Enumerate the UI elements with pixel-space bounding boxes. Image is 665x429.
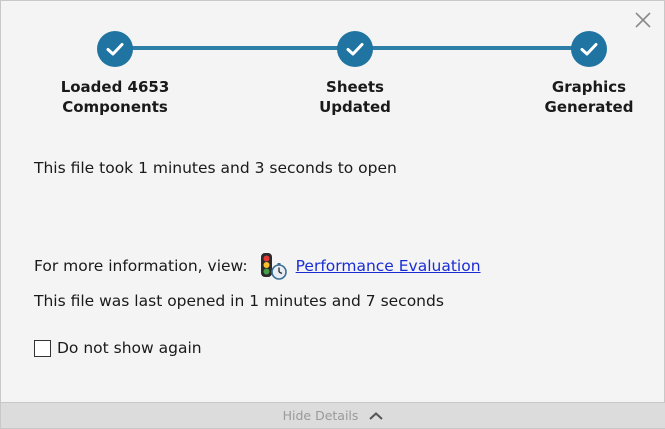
step-label-components: Loaded 4653 Components (45, 77, 185, 117)
performance-dialog: Loaded 4653 Components Sheets Updated Gr… (0, 0, 665, 429)
do-not-show-again-checkbox[interactable] (34, 339, 51, 357)
hide-details-button[interactable]: Hide Details (1, 402, 665, 428)
performance-evaluation-link[interactable]: Performance Evaluation (296, 257, 481, 275)
step-label-sheets: Sheets Updated (285, 77, 425, 117)
step-label-line: Sheets (326, 78, 384, 96)
do-not-show-again-row[interactable]: Do not show again (34, 339, 202, 357)
step-complete-icon (97, 31, 133, 67)
step-label-line: Components (62, 98, 168, 116)
progress-steps: Loaded 4653 Components Sheets Updated Gr… (1, 1, 665, 131)
more-info-row: For more information, view: Performance … (34, 251, 481, 281)
open-time-text: This file took 1 minutes and 3 seconds t… (34, 159, 397, 177)
step-label-line: Loaded 4653 (60, 78, 170, 96)
step-connector (115, 46, 355, 50)
step-label-graphics: Graphics Generated (519, 77, 659, 117)
traffic-light-stopwatch-icon (258, 251, 288, 281)
last-opened-text: This file was last opened in 1 minutes a… (34, 292, 444, 310)
more-info-label: For more information, view: (34, 257, 248, 275)
step-label-line: Updated (319, 98, 391, 116)
chevron-up-icon (369, 411, 384, 420)
step-label-line: Graphics (551, 78, 627, 96)
step-label-line: Generated (544, 98, 634, 116)
checkbox-label[interactable]: Do not show again (57, 339, 202, 357)
step-complete-icon (571, 31, 607, 67)
hide-details-label: Hide Details (282, 408, 359, 423)
step-connector (355, 46, 589, 50)
step-complete-icon (337, 31, 373, 67)
